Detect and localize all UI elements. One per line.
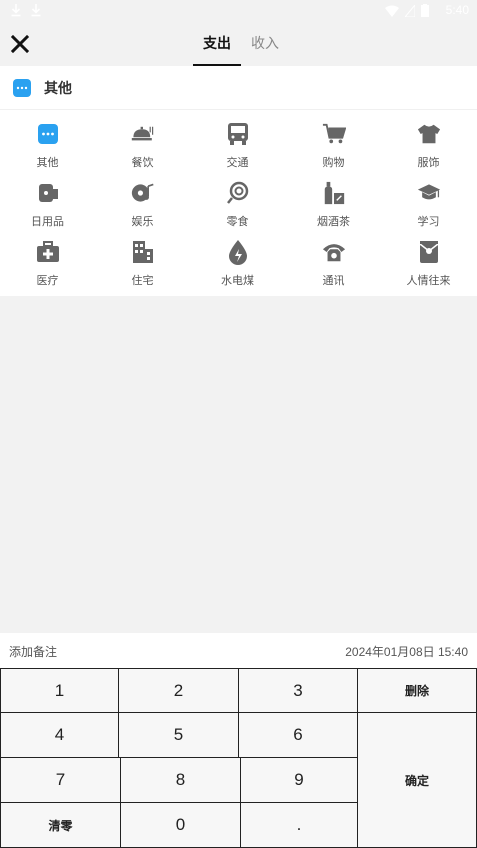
category-item-tobacco-alcohol-tea[interactable]: 烟酒茶 [286, 177, 381, 233]
key-8[interactable]: 8 [120, 757, 241, 803]
key-5[interactable]: 5 [118, 712, 239, 758]
building-icon [131, 240, 155, 264]
category-label: 住宅 [131, 274, 154, 287]
category-label: 其他 [36, 156, 59, 169]
tab-expense[interactable]: 支出 [193, 22, 241, 66]
dots-icon [13, 79, 31, 97]
tab-income[interactable]: 收入 [241, 22, 289, 66]
category-item-clothing[interactable]: 服饰 [381, 118, 476, 174]
category-label: 人情往来 [406, 274, 451, 287]
key-6[interactable]: 6 [238, 712, 358, 758]
download-icon [31, 4, 41, 17]
category-label: 购物 [322, 156, 345, 169]
dining-icon [131, 122, 155, 146]
category-item-dining[interactable]: 餐饮 [95, 118, 190, 174]
status-time: 5:40 [445, 3, 469, 17]
close-icon [11, 35, 29, 53]
shirt-icon [417, 122, 441, 146]
music-icon [131, 181, 155, 205]
key-9[interactable]: 9 [240, 757, 358, 803]
key-0[interactable]: 0 [120, 802, 241, 848]
category-item-daily-goods[interactable]: 日用品 [0, 177, 95, 233]
phone-icon [322, 240, 346, 264]
wifi-icon [385, 5, 399, 17]
bus-icon [226, 122, 250, 146]
delete-button[interactable]: 删除 [357, 668, 477, 713]
key-1[interactable]: 1 [0, 668, 119, 713]
category-label: 医疗 [36, 274, 59, 287]
category-label: 烟酒茶 [317, 215, 350, 228]
key-7[interactable]: 7 [0, 757, 121, 803]
key-3[interactable]: 3 [238, 668, 358, 713]
key-decimal[interactable]: . [240, 802, 358, 848]
confirm-button[interactable]: 确定 [357, 712, 477, 848]
gift-icon [417, 240, 441, 264]
category-item-medical[interactable]: 医疗 [0, 236, 95, 292]
category-item-other[interactable]: 其他 [0, 118, 95, 174]
key-4[interactable]: 4 [0, 712, 119, 758]
header: 支出 收入 [0, 22, 477, 66]
utilities-icon [226, 240, 250, 265]
status-bar: 5:40 [0, 0, 477, 22]
clear-button[interactable]: 清零 [0, 802, 121, 848]
lollipop-icon [226, 181, 250, 205]
bottle-icon [322, 181, 346, 205]
category-item-housing[interactable]: 住宅 [95, 236, 190, 292]
keypad: 1 2 3 删除 4 5 6 7 8 9 确定 清零 0 . [0, 668, 477, 848]
battery-icon [421, 4, 429, 17]
note-bar: 添加备注 2024年01月08日 15:40 [0, 633, 477, 668]
tab-bar: 支出 收入 [193, 22, 289, 66]
category-item-transport[interactable]: 交通 [190, 118, 285, 174]
category-item-telecom[interactable]: 通讯 [286, 236, 381, 292]
category-label: 水电煤 [221, 274, 254, 287]
note-input[interactable]: 添加备注 [9, 643, 57, 660]
selected-category: 其他 [0, 66, 477, 110]
key-2[interactable]: 2 [118, 668, 239, 713]
dots-icon [36, 122, 60, 146]
category-item-snacks[interactable]: 零食 [190, 177, 285, 233]
graduation-cap-icon [417, 181, 441, 205]
category-label: 娱乐 [131, 215, 154, 228]
category-label: 交通 [226, 156, 249, 169]
category-label: 餐饮 [131, 156, 154, 169]
selected-category-label: 其他 [44, 81, 72, 97]
cart-icon [322, 122, 346, 146]
category-label: 日用品 [31, 215, 64, 228]
category-item-shopping[interactable]: 购物 [286, 118, 381, 174]
category-label: 学习 [417, 215, 440, 228]
category-panel: 其他 其他 餐饮 交通 购物 服饰 日用品 娱乐 零食 烟酒茶 学习 医疗 住宅… [0, 66, 477, 296]
category-item-social-gifts[interactable]: 人情往来 [381, 236, 476, 292]
date-time-picker[interactable]: 2024年01月08日 15:40 [345, 643, 468, 660]
category-label: 服饰 [417, 156, 440, 169]
category-item-study[interactable]: 学习 [381, 177, 476, 233]
download-icon [11, 4, 21, 17]
medical-kit-icon [36, 240, 60, 264]
category-item-utilities[interactable]: 水电煤 [190, 236, 285, 292]
category-item-entertainment[interactable]: 娱乐 [95, 177, 190, 233]
category-label: 通讯 [322, 274, 345, 287]
signal-icon [405, 4, 415, 17]
category-label: 零食 [226, 215, 249, 228]
tissue-icon [36, 181, 60, 205]
close-button[interactable] [6, 30, 34, 58]
